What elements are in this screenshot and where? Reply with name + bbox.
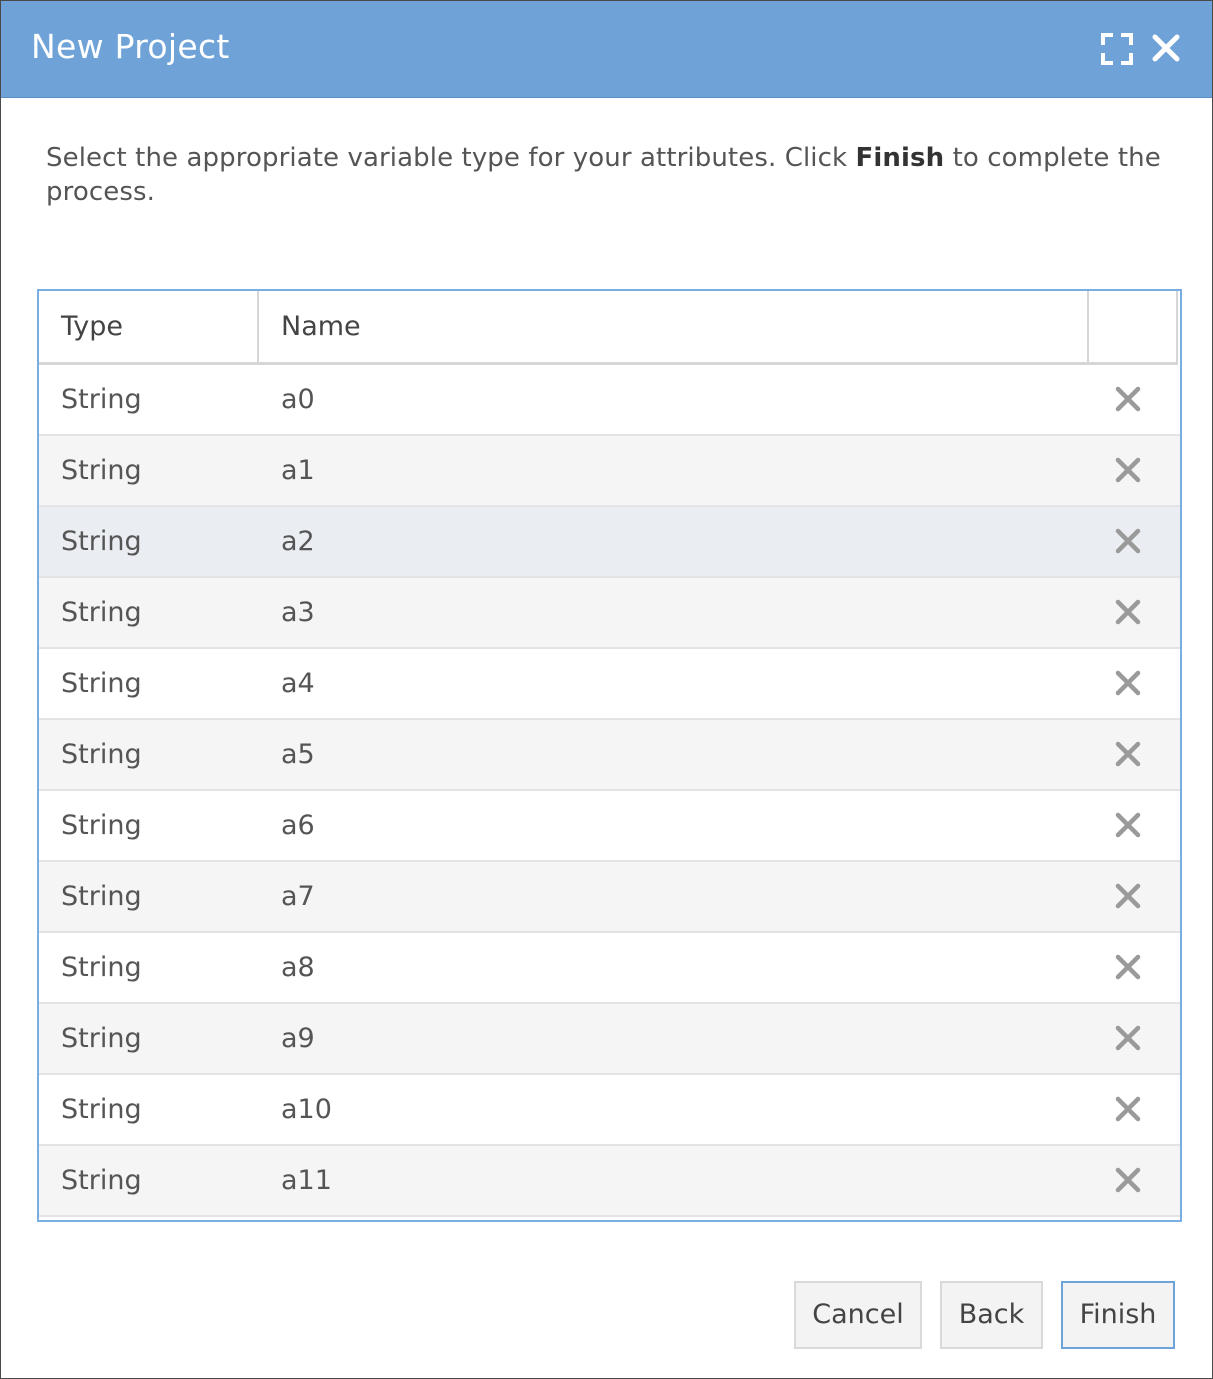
table-row[interactable]: String a7 <box>39 862 1180 933</box>
name-cell[interactable]: a7 <box>281 862 315 931</box>
type-cell[interactable]: String <box>61 720 142 789</box>
remove-icon[interactable] <box>1115 670 1141 696</box>
type-cell[interactable]: String <box>61 1075 142 1144</box>
name-cell[interactable]: a3 <box>281 578 315 647</box>
remove-icon[interactable] <box>1115 386 1141 412</box>
grid-rows: String a0 String a1 String a2 String a3 String a4… <box>39 365 1180 1217</box>
type-cell[interactable]: String <box>61 436 142 505</box>
type-cell[interactable]: String <box>61 933 142 1002</box>
table-row[interactable]: String a2 <box>39 507 1180 578</box>
table-row[interactable]: String a8 <box>39 933 1180 1004</box>
table-row[interactable]: String a5 <box>39 720 1180 791</box>
type-cell[interactable]: String <box>61 507 142 576</box>
table-row[interactable]: String a11 <box>39 1146 1180 1217</box>
back-button[interactable]: Back <box>940 1281 1043 1349</box>
dialog-titlebar[interactable]: New Project <box>1 1 1212 98</box>
column-header-actions <box>1089 291 1176 362</box>
remove-icon[interactable] <box>1115 883 1141 909</box>
name-cell[interactable]: a4 <box>281 649 315 718</box>
name-cell[interactable]: a10 <box>281 1075 332 1144</box>
column-header-type[interactable]: Type <box>39 291 259 362</box>
name-cell[interactable]: a11 <box>281 1146 332 1215</box>
remove-icon[interactable] <box>1115 528 1141 554</box>
dialog-title: New Project <box>31 27 230 66</box>
remove-icon[interactable] <box>1115 741 1141 767</box>
remove-icon[interactable] <box>1115 954 1141 980</box>
table-row[interactable]: String a6 <box>39 791 1180 862</box>
grid-header: Type Name <box>39 291 1178 365</box>
type-cell[interactable]: String <box>61 791 142 860</box>
new-project-dialog: New Project Select the appropriate varia… <box>0 0 1213 1379</box>
name-cell[interactable]: a5 <box>281 720 315 789</box>
table-row[interactable]: String a10 <box>39 1075 1180 1146</box>
remove-icon[interactable] <box>1115 1167 1141 1193</box>
attributes-grid: Type Name String a0 String a1 String a2 String… <box>37 289 1182 1222</box>
remove-icon[interactable] <box>1115 812 1141 838</box>
finish-button[interactable]: Finish <box>1061 1281 1175 1349</box>
type-cell[interactable]: String <box>61 365 142 434</box>
name-cell[interactable]: a6 <box>281 791 315 860</box>
name-cell[interactable]: a2 <box>281 507 315 576</box>
instructions-finish-bold: Finish <box>855 143 945 173</box>
table-row[interactable]: String a9 <box>39 1004 1180 1075</box>
table-row[interactable]: String a0 <box>39 365 1180 436</box>
table-row[interactable]: String a1 <box>39 436 1180 507</box>
close-icon[interactable] <box>1151 33 1181 63</box>
remove-icon[interactable] <box>1115 457 1141 483</box>
name-cell[interactable]: a0 <box>281 365 315 434</box>
table-row[interactable]: String a3 <box>39 578 1180 649</box>
remove-icon[interactable] <box>1115 1025 1141 1051</box>
type-cell[interactable]: String <box>61 1004 142 1073</box>
remove-icon[interactable] <box>1115 599 1141 625</box>
instructions-text: Select the appropriate variable type for… <box>46 141 1166 209</box>
maximize-icon[interactable] <box>1101 33 1133 65</box>
type-cell[interactable]: String <box>61 649 142 718</box>
name-cell[interactable]: a8 <box>281 933 315 1002</box>
type-cell[interactable]: String <box>61 862 142 931</box>
name-cell[interactable]: a9 <box>281 1004 315 1073</box>
remove-icon[interactable] <box>1115 1096 1141 1122</box>
table-row[interactable]: String a4 <box>39 649 1180 720</box>
instructions-before: Select the appropriate variable type for… <box>46 143 856 173</box>
type-cell[interactable]: String <box>61 1146 142 1215</box>
name-cell[interactable]: a1 <box>281 436 315 505</box>
type-cell[interactable]: String <box>61 578 142 647</box>
column-header-name[interactable]: Name <box>259 291 1089 362</box>
cancel-button[interactable]: Cancel <box>794 1281 922 1349</box>
